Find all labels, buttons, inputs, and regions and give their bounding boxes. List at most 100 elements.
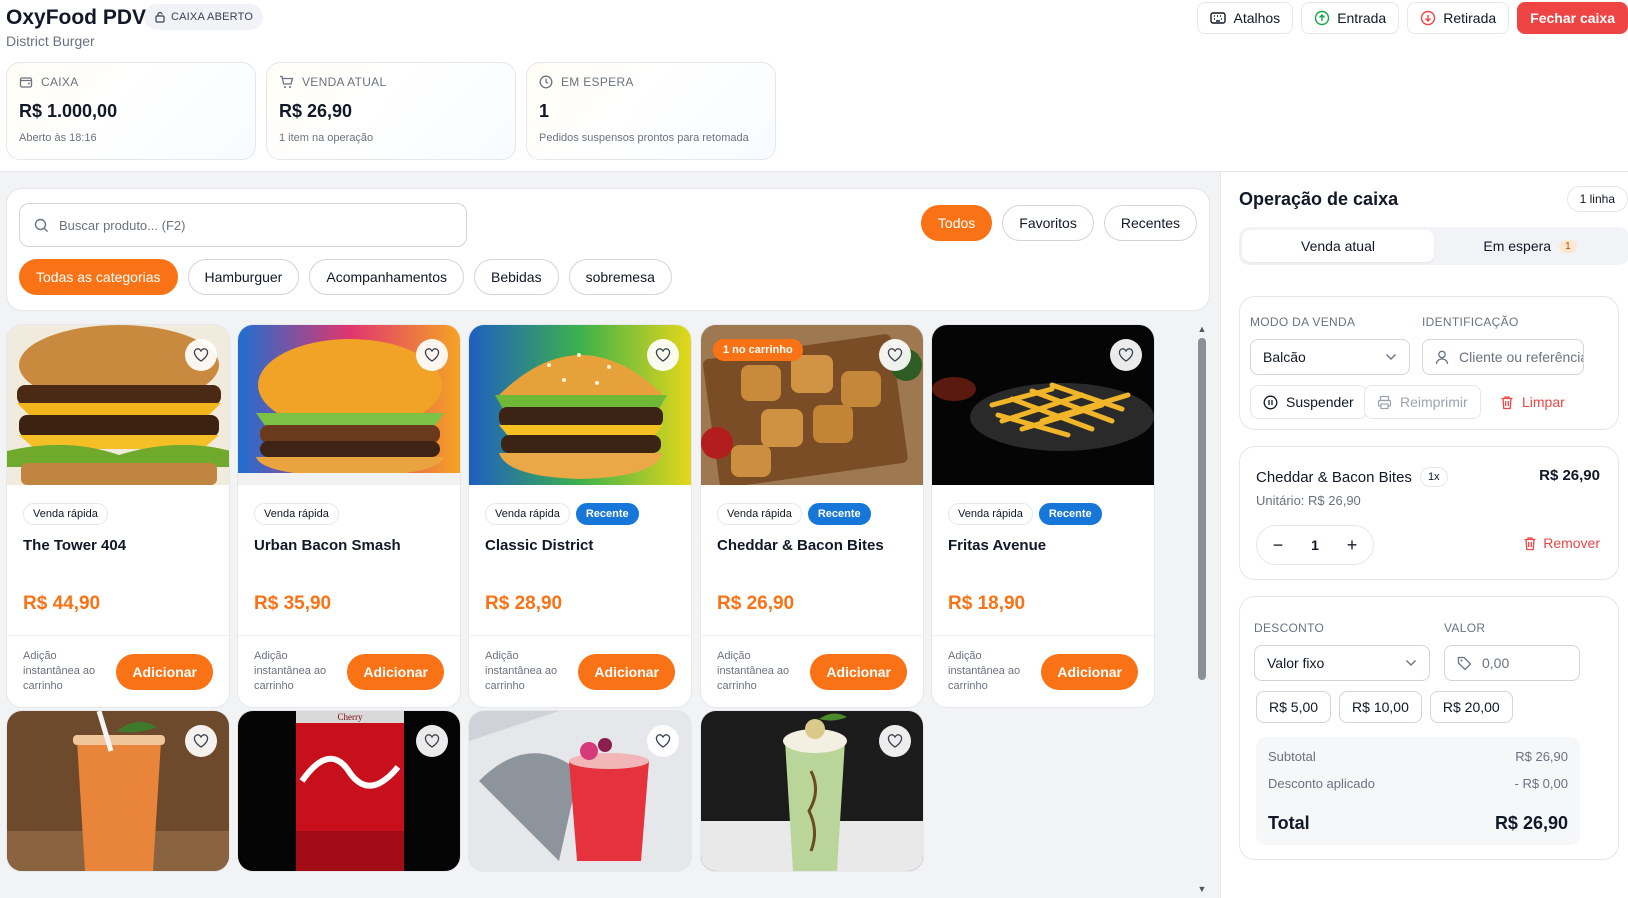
category-bebidas[interactable]: Bebidas: [474, 259, 559, 295]
stat-value: R$ 26,90: [279, 101, 353, 121]
favorite-heart-icon[interactable]: [185, 339, 217, 371]
clear-button[interactable]: Limpar: [1488, 385, 1577, 419]
tag-icon: [1457, 656, 1472, 671]
header-actions: Atalhos Entrada Retirada Fechar caixa: [1197, 2, 1628, 34]
remove-label: Remover: [1543, 535, 1600, 551]
filter-favorites[interactable]: Favoritos: [1002, 205, 1094, 241]
filter-panel: Todos Favoritos Recentes Todas as catego…: [6, 188, 1210, 311]
shortcuts-label: Atalhos: [1233, 10, 1281, 26]
product-image-juice: [7, 711, 229, 871]
discount-label: DESCONTO: [1254, 621, 1325, 635]
status-badge: CAIXA ABERTO: [144, 4, 264, 30]
scrollbar-thumb[interactable]: [1198, 338, 1206, 680]
category-filter-group: Todas as categorias Hamburguer Acompanha…: [19, 259, 672, 295]
discount-type-select[interactable]: Valor fixo: [1254, 645, 1430, 681]
favorite-heart-icon[interactable]: [879, 725, 911, 757]
decrease-quantity-button[interactable]: −: [1267, 534, 1289, 556]
cash-in-button[interactable]: Entrada: [1301, 2, 1400, 34]
product-card[interactable]: [700, 710, 924, 872]
subtotal-label: Subtotal: [1268, 749, 1316, 764]
favorite-heart-icon[interactable]: [647, 725, 679, 757]
quick-discount-10[interactable]: R$ 10,00: [1339, 691, 1422, 723]
favorite-heart-icon[interactable]: [1110, 339, 1142, 371]
discount-applied-value: - R$ 0,00: [1514, 776, 1568, 791]
quick-discount-20[interactable]: R$ 20,00: [1429, 691, 1513, 723]
identification-field[interactable]: Cliente ou referência: [1422, 339, 1584, 375]
add-to-cart-button[interactable]: Adicionar: [116, 653, 213, 690]
reprint-button[interactable]: Reimprimir: [1364, 385, 1481, 419]
app-title: OxyFood PDV: [6, 6, 147, 29]
quick-sale-badge: Venda rápida: [485, 503, 570, 525]
scroll-up-arrow-icon[interactable]: ▲: [1196, 324, 1208, 334]
category-hamburguer[interactable]: Hamburguer: [187, 259, 300, 295]
chevron-down-icon: [1405, 659, 1417, 667]
sale-options-box: MODO DA VENDA IDENTIFICAÇÃO Balcão Clien…: [1239, 296, 1619, 430]
product-price: R$ 26,90: [717, 593, 795, 614]
category-all[interactable]: Todas as categorias: [19, 259, 178, 295]
product-card[interactable]: [468, 710, 692, 872]
product-footer-note: Adição instantânea ao carrinho: [254, 650, 327, 692]
suspend-button[interactable]: Suspender: [1250, 385, 1367, 419]
filter-all[interactable]: Todos: [920, 205, 993, 241]
cash-out-button[interactable]: Retirada: [1407, 2, 1510, 34]
product-image-cola: Cherry: [238, 711, 460, 871]
add-to-cart-button[interactable]: Adicionar: [578, 653, 675, 690]
product-image-red-drink: [469, 711, 691, 871]
search-box: [19, 203, 467, 247]
sale-mode-select[interactable]: Balcão: [1250, 339, 1410, 375]
favorite-heart-icon[interactable]: [416, 339, 448, 371]
filter-recent[interactable]: Recentes: [1103, 205, 1197, 241]
tab-on-hold[interactable]: Em espera 1: [1434, 230, 1626, 262]
close-register-button[interactable]: Fechar caixa: [1517, 2, 1628, 34]
identification-label: IDENTIFICAÇÃO: [1422, 315, 1519, 329]
product-image-burger: [7, 325, 229, 485]
product-card[interactable]: Venda rápida Recente Classic District R$…: [468, 324, 692, 708]
category-sobremesa[interactable]: sobremesa: [568, 259, 672, 295]
arrow-down-circle-icon: [1420, 10, 1436, 26]
trash-icon: [1523, 536, 1537, 551]
favorite-heart-icon[interactable]: [185, 725, 217, 757]
stat-card-on-hold: EM ESPERA 1 Pedidos suspensos prontos pa…: [526, 62, 776, 160]
product-card[interactable]: Cherry: [237, 710, 461, 872]
recent-badge: Recente: [575, 503, 639, 525]
panel-tabs: Venda atual Em espera 1: [1239, 227, 1628, 265]
product-name: The Tower 404: [23, 537, 127, 554]
product-scrollbar[interactable]: ▲ ▼: [1195, 324, 1209, 898]
discount-applied-label: Desconto aplicado: [1268, 776, 1375, 791]
arrow-up-circle-icon: [1314, 10, 1330, 26]
printer-icon: [1377, 395, 1392, 410]
scroll-down-arrow-icon[interactable]: ▼: [1196, 884, 1208, 894]
tab-label: Venda atual: [1301, 238, 1375, 254]
search-input[interactable]: [59, 217, 452, 233]
shortcuts-button[interactable]: Atalhos: [1197, 2, 1294, 34]
product-card[interactable]: Venda rápida Recente Fritas Avenue R$ 18…: [931, 324, 1155, 708]
quick-discount-group: R$ 5,00 R$ 10,00 R$ 20,00: [1256, 691, 1513, 723]
favorite-heart-icon[interactable]: [647, 339, 679, 371]
discount-value-field[interactable]: 0,00: [1444, 645, 1580, 681]
product-name: Fritas Avenue: [948, 537, 1047, 554]
quick-sale-badge: Venda rápida: [254, 503, 339, 525]
favorite-heart-icon[interactable]: [879, 339, 911, 371]
cart-line-item: Cheddar & Bacon Bites 1x R$ 26,90 Unitár…: [1239, 446, 1619, 580]
product-card[interactable]: Venda rápida The Tower 404 R$ 44,90 Adiç…: [6, 324, 230, 708]
remove-item-button[interactable]: Remover: [1523, 535, 1600, 551]
quick-discount-5[interactable]: R$ 5,00: [1256, 691, 1332, 723]
stat-label: EM ESPERA: [561, 75, 634, 89]
product-name: Urban Bacon Smash: [254, 537, 401, 554]
product-card[interactable]: 1 no carrinho Venda rápida Recente Chedd…: [700, 324, 924, 708]
category-acompanhamentos[interactable]: Acompanhamentos: [309, 259, 464, 295]
stat-value: 1: [539, 101, 550, 121]
can-top-text: Cherry: [338, 712, 363, 722]
add-to-cart-button[interactable]: Adicionar: [347, 653, 444, 690]
stats-row: CAIXA R$ 1.000,00 Aberto às 18:16 VENDA …: [6, 62, 776, 160]
product-card[interactable]: Venda rápida Urban Bacon Smash R$ 35,90 …: [237, 324, 461, 708]
product-image-burger: [238, 325, 460, 485]
increase-quantity-button[interactable]: +: [1341, 534, 1363, 556]
favorite-heart-icon[interactable]: [416, 725, 448, 757]
tab-current-sale[interactable]: Venda atual: [1242, 230, 1434, 262]
product-card[interactable]: [6, 710, 230, 872]
catalog-area: Todos Favoritos Recentes Todas as catego…: [6, 188, 1210, 898]
subtotal-value: R$ 26,90: [1515, 749, 1568, 764]
add-to-cart-button[interactable]: Adicionar: [1041, 653, 1138, 690]
add-to-cart-button[interactable]: Adicionar: [810, 653, 907, 690]
